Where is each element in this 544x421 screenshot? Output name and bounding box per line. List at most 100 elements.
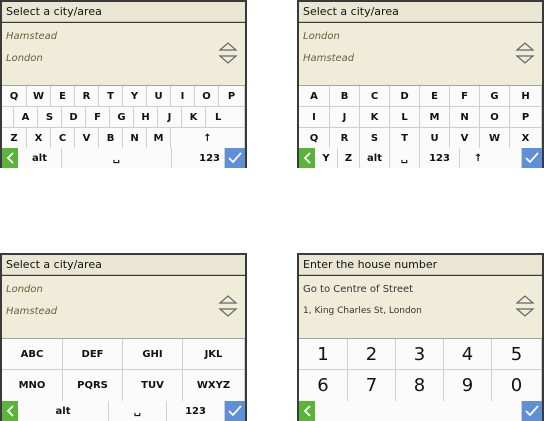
- key[interactable]: R: [330, 128, 360, 149]
- back-arrow-icon[interactable]: [299, 148, 315, 168]
- key[interactable]: L: [390, 107, 420, 128]
- key[interactable]: DEF: [63, 339, 123, 370]
- up-down-arrows-icon[interactable]: [514, 39, 536, 67]
- suggestion-list[interactable]: London Hamstead: [299, 23, 542, 86]
- key[interactable]: Z: [338, 148, 360, 168]
- key[interactable]: TUV: [123, 370, 183, 402]
- key[interactable]: N: [123, 128, 147, 149]
- key[interactable]: 6: [299, 370, 348, 402]
- suggestion-item[interactable]: 1, King Charles St, London: [303, 306, 422, 316]
- back-arrow-icon[interactable]: [2, 401, 18, 421]
- back-arrow-icon[interactable]: [299, 401, 315, 421]
- key[interactable]: E: [420, 86, 450, 107]
- key[interactable]: K: [182, 107, 206, 128]
- alt-key[interactable]: alt: [18, 401, 109, 421]
- shift-key[interactable]: ↑: [460, 148, 522, 168]
- key[interactable]: Y: [123, 86, 147, 107]
- key[interactable]: S: [360, 128, 390, 149]
- key[interactable]: M: [147, 128, 171, 149]
- key[interactable]: G: [480, 86, 510, 107]
- key[interactable]: O: [195, 86, 219, 107]
- key[interactable]: A: [299, 86, 330, 107]
- key[interactable]: Z: [2, 128, 27, 149]
- key[interactable]: X: [510, 128, 542, 149]
- checkmark-icon[interactable]: [225, 401, 245, 421]
- suggestion-list[interactable]: Hamstead London: [2, 23, 245, 86]
- key[interactable]: J: [330, 107, 360, 128]
- key[interactable]: PQRS: [63, 370, 123, 402]
- key[interactable]: JKL: [183, 339, 245, 370]
- up-down-arrows-icon[interactable]: [514, 292, 536, 320]
- suggestion-item[interactable]: Hamstead: [6, 31, 57, 42]
- key[interactable]: I: [299, 107, 330, 128]
- key[interactable]: L: [206, 107, 245, 128]
- key[interactable]: B: [330, 86, 360, 107]
- key[interactable]: 2: [348, 339, 396, 370]
- shift-key[interactable]: ↑: [171, 128, 245, 149]
- key[interactable]: MNO: [2, 370, 63, 402]
- key[interactable]: W: [480, 128, 510, 149]
- key[interactable]: M: [420, 107, 450, 128]
- key[interactable]: WXYZ: [183, 370, 245, 402]
- key[interactable]: 3: [396, 339, 444, 370]
- key[interactable]: F: [450, 86, 480, 107]
- key[interactable]: 0: [492, 370, 542, 402]
- key[interactable]: X: [27, 128, 51, 149]
- space-key[interactable]: ␣: [109, 401, 167, 421]
- key[interactable]: P: [510, 107, 542, 128]
- space-key[interactable]: ␣: [62, 148, 172, 168]
- key[interactable]: T: [390, 128, 420, 149]
- key[interactable]: N: [450, 107, 480, 128]
- key[interactable]: P: [219, 86, 245, 107]
- back-arrow-icon[interactable]: [2, 148, 18, 168]
- key[interactable]: J: [158, 107, 182, 128]
- key[interactable]: E: [51, 86, 75, 107]
- numbers-key[interactable]: 123: [420, 148, 460, 168]
- up-down-arrows-icon[interactable]: [217, 292, 239, 320]
- space-key[interactable]: ␣: [390, 148, 420, 168]
- key[interactable]: D: [390, 86, 420, 107]
- key[interactable]: O: [480, 107, 510, 128]
- input-field[interactable]: [315, 401, 522, 421]
- key[interactable]: B: [99, 128, 123, 149]
- key[interactable]: I: [171, 86, 195, 107]
- suggestion-item[interactable]: Hamstead: [6, 306, 57, 317]
- suggestion-item[interactable]: Hamstead: [303, 53, 354, 64]
- suggestion-item[interactable]: London: [6, 284, 43, 295]
- key[interactable]: 9: [444, 370, 492, 402]
- suggestion-item[interactable]: London: [303, 31, 340, 42]
- key[interactable]: G: [110, 107, 134, 128]
- key[interactable]: S: [38, 107, 62, 128]
- key[interactable]: C: [360, 86, 390, 107]
- suggestion-list[interactable]: London Hamstead: [2, 276, 245, 339]
- key[interactable]: Q: [2, 86, 27, 107]
- suggestion-item[interactable]: Go to Centre of Street: [303, 284, 413, 295]
- numbers-key[interactable]: 123: [172, 148, 225, 168]
- key[interactable]: 5: [492, 339, 542, 370]
- key[interactable]: K: [360, 107, 390, 128]
- key[interactable]: Q: [299, 128, 330, 149]
- key[interactable]: H: [510, 86, 542, 107]
- key[interactable]: GHI: [123, 339, 183, 370]
- key[interactable]: 1: [299, 339, 348, 370]
- key[interactable]: 7: [348, 370, 396, 402]
- key[interactable]: D: [62, 107, 86, 128]
- key[interactable]: A: [14, 107, 38, 128]
- key[interactable]: 4: [444, 339, 492, 370]
- alt-key[interactable]: alt: [18, 148, 62, 168]
- up-down-arrows-icon[interactable]: [217, 39, 239, 67]
- key[interactable]: V: [450, 128, 480, 149]
- checkmark-icon[interactable]: [225, 148, 245, 168]
- key[interactable]: U: [420, 128, 450, 149]
- key[interactable]: W: [27, 86, 51, 107]
- checkmark-icon[interactable]: [522, 148, 542, 168]
- key[interactable]: U: [147, 86, 171, 107]
- key[interactable]: ABC: [2, 339, 63, 370]
- key[interactable]: C: [51, 128, 75, 149]
- key[interactable]: 8: [396, 370, 444, 402]
- key[interactable]: V: [75, 128, 99, 149]
- key[interactable]: H: [134, 107, 158, 128]
- key[interactable]: Y: [315, 148, 338, 168]
- suggestion-item[interactable]: London: [6, 53, 43, 64]
- key[interactable]: F: [86, 107, 110, 128]
